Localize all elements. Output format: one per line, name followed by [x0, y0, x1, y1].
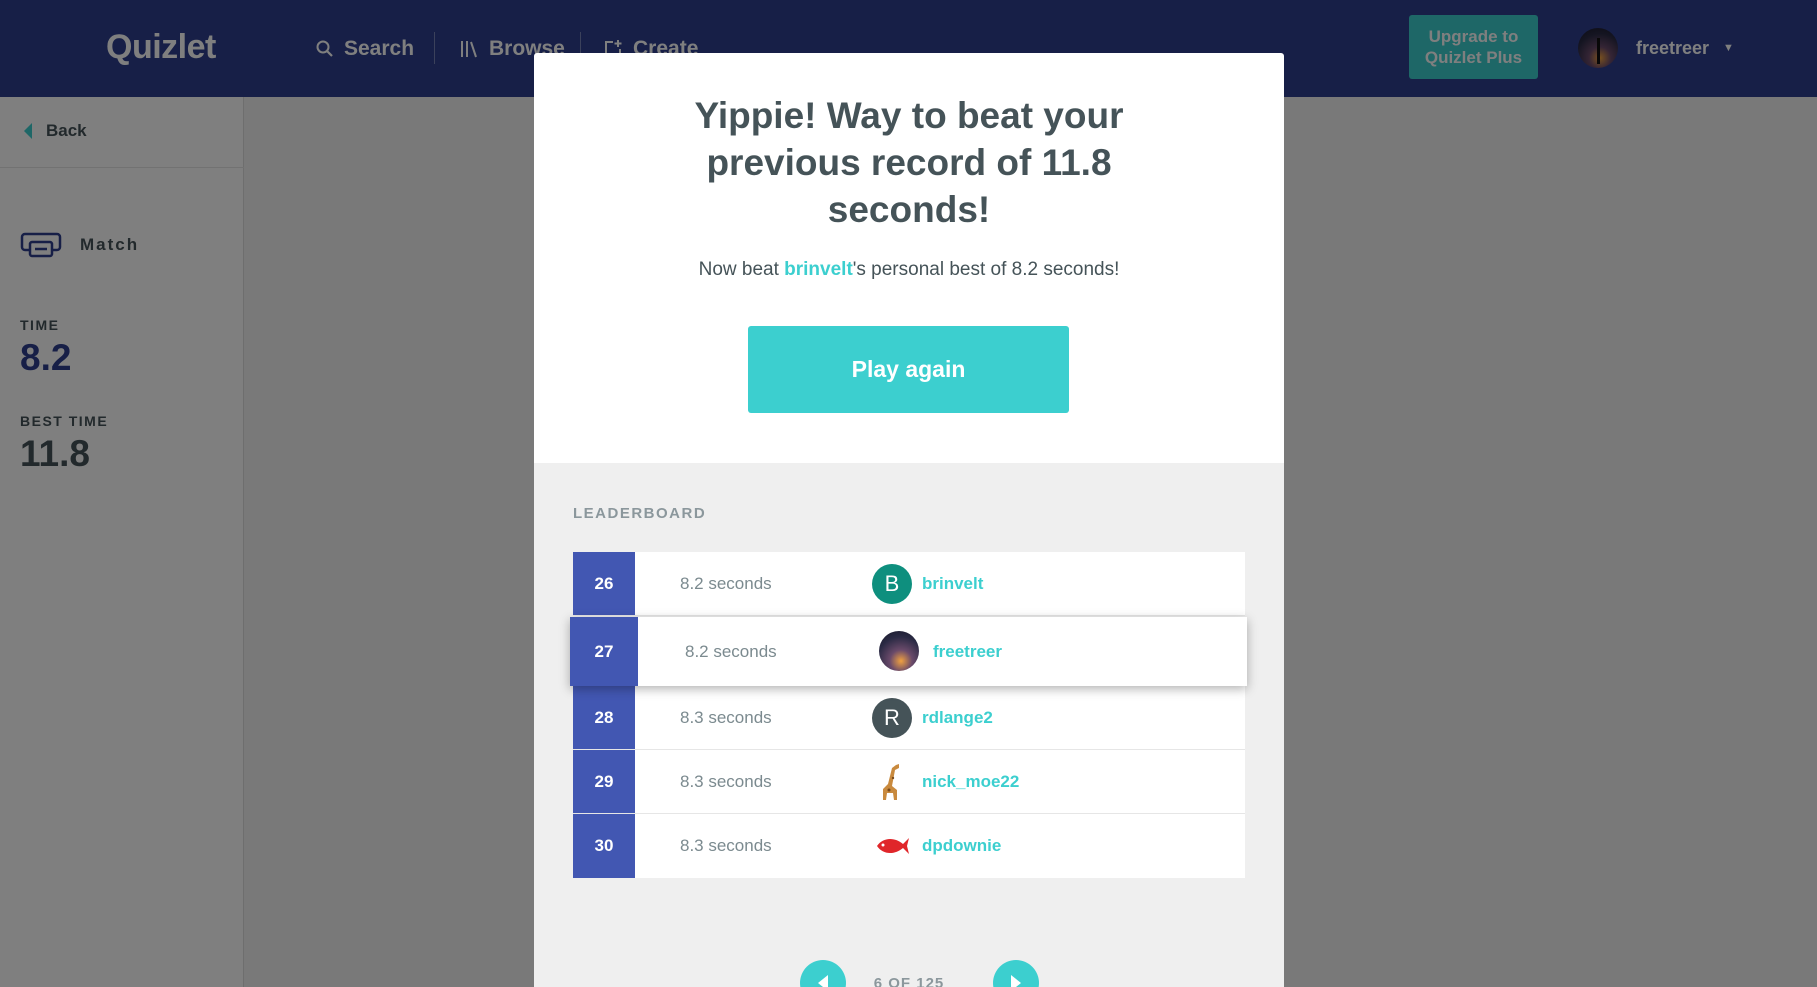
row-username[interactable]: rdlange2 [922, 708, 993, 728]
chevron-right-icon [1011, 975, 1021, 987]
leaderboard-title: LEADERBOARD [573, 505, 707, 522]
pagination-status: 6 OF 125 [873, 975, 945, 987]
row-time: 8.2 seconds [680, 573, 772, 593]
leaderboard-row: 28 8.3 seconds R rdlange2 [573, 686, 1245, 750]
result-title: Yippie! Way to beat your previous record… [694, 95, 1124, 230]
rank-badge: 26 [573, 552, 635, 615]
rank-badge: 27 [570, 617, 638, 686]
row-time: 8.2 seconds [685, 641, 777, 661]
row-username[interactable]: nick_moe22 [922, 772, 1019, 792]
rival-user-link[interactable]: brinvelt [784, 259, 853, 280]
leaderboard-row: 30 8.3 seconds dpdownie [573, 814, 1245, 878]
row-username[interactable]: brinvelt [922, 574, 983, 594]
avatar [879, 631, 919, 671]
row-username[interactable]: dpdownie [922, 836, 1001, 856]
leaderboard-row-current: 27 8.2 seconds freetreer [570, 617, 1247, 686]
leaderboard: LEADERBOARD 26 8.2 seconds B brinvelt 27… [534, 463, 1284, 987]
leaderboard-row: 26 8.2 seconds B brinvelt [573, 552, 1245, 616]
play-again-button[interactable]: Play again [748, 326, 1069, 413]
giraffe-avatar-icon [872, 762, 912, 802]
fish-avatar-icon [872, 826, 912, 866]
row-time: 8.3 seconds [680, 771, 772, 791]
next-page-button[interactable] [993, 960, 1039, 987]
rank-badge: 29 [573, 750, 635, 813]
rank-badge: 28 [573, 686, 635, 749]
avatar: R [872, 698, 912, 738]
row-time: 8.3 seconds [680, 836, 772, 855]
row-time: 8.3 seconds [680, 707, 772, 727]
results-modal: Yippie! Way to beat your previous record… [534, 53, 1284, 987]
rank-badge: 30 [573, 814, 635, 878]
subtitle-suffix: 's personal best of 8.2 seconds! [852, 259, 1120, 280]
subtitle-prefix: Now beat [698, 259, 785, 280]
result-subtitle: Now beat brinvelt's personal best of 8.2… [534, 259, 1284, 281]
leaderboard-row: 29 8.3 seconds nick_moe22 [573, 750, 1245, 814]
avatar: B [872, 564, 912, 604]
row-username[interactable]: freetreer [933, 642, 1002, 662]
